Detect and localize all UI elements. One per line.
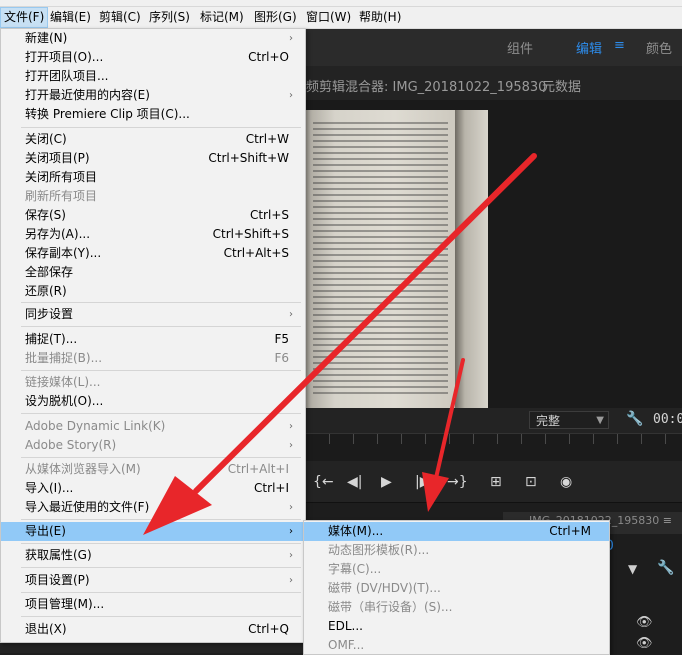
menu-separator [21,567,301,568]
file-menu-close-project[interactable]: 关闭项目(P) Ctrl+Shift+W [1,149,305,168]
file-menu-project-settings[interactable]: 项目设置(P) › [1,571,305,590]
menu-separator [21,302,301,303]
menu-sequence[interactable]: 序列(S) [146,7,193,28]
workspace-menu-icon[interactable]: ≡ [614,38,625,53]
file-menu-revert[interactable]: 还原(R) [1,282,305,301]
menu-clip[interactable]: 剪辑(C) [96,7,144,28]
menu-separator [21,592,301,593]
audio-clip-mixer-tab[interactable]: 频剪辑混合器: IMG_20181022_195830 [306,76,546,95]
file-menu-exit[interactable]: 退出(X) Ctrl+Q [1,620,305,639]
panel-menu-icon[interactable]: ≡ [663,512,672,530]
file-menu-save-copy[interactable]: 保存副本(Y)... Ctrl+Alt+S [1,244,305,263]
file-menu-save-all[interactable]: 全部保存 [1,263,305,282]
workspace-color-tab[interactable]: 颜色 [646,38,672,57]
book-right-page [455,110,488,408]
file-menu-sync-settings[interactable]: 同步设置 › [1,305,305,324]
eye-icon[interactable]: 👁 [636,615,653,630]
book-text [313,118,448,398]
export-edl[interactable]: EDL... [304,617,609,636]
window-title-bar [0,0,682,7]
book-left-page [305,110,455,408]
file-menu-open-recent[interactable]: 打开最近使用的内容(E) › [1,86,305,105]
video-frame-book [305,110,488,408]
go-to-in-icon[interactable]: {← [313,474,334,490]
export-tape-dv-hdv[interactable]: 磁带 (DV/HDV)(T)... [304,579,609,598]
metadata-tab[interactable]: 元数据 [542,76,581,95]
file-menu-import-recent[interactable]: 导入最近使用的文件(F) › [1,498,305,517]
step-forward-icon[interactable]: |▶ [415,474,430,490]
ruler-ticks [305,434,682,444]
export-submenu: 媒体(M)... Ctrl+M 动态图形模板(R)... 字幕(C)... 磁带 … [303,520,610,655]
camera-icon[interactable]: ◉ [560,474,572,490]
export-tape-serial[interactable]: 磁带（串行设备）(S)... [304,598,609,617]
menu-graphics[interactable]: 图形(G) [251,7,300,28]
timecode-display: 00:0 [653,412,682,427]
file-menu-adobe-story[interactable]: Adobe Story(R) › [1,436,305,455]
play-icon[interactable]: ▶ [381,474,392,490]
workspace-editing-tab[interactable]: 编辑 [576,38,602,57]
file-menu-refresh-all[interactable]: 刷新所有项目 [1,187,305,206]
file-menu-close[interactable]: 关闭(C) Ctrl+W [1,130,305,149]
menu-separator [21,326,301,327]
file-menu-export[interactable]: 导出(E) › [1,522,305,541]
file-menu-project-manager[interactable]: 项目管理(M)... [1,595,305,614]
marker-icon[interactable]: ▼ [628,562,637,576]
workspace-assembly-tab[interactable]: 组件 [507,38,533,57]
file-menu-save-as[interactable]: 另存为(A)... Ctrl+Shift+S [1,225,305,244]
file-menu-open-team-project[interactable]: 打开团队项目... [1,67,305,86]
fit-select-value: 完整 [536,414,561,428]
menu-separator [21,457,301,458]
menu-help[interactable]: 帮助(H) [356,7,404,28]
fit-select[interactable]: 完整 ▼ [529,411,609,429]
menu-file[interactable]: 文件(F) [0,7,49,28]
file-menu-batch-capture[interactable]: 批量捕捉(B)... F6 [1,349,305,368]
menu-bar: 文件(F) 编辑(E) 剪辑(C) 序列(S) 标记(M) 图形(G) 窗口(W… [0,7,682,29]
chevron-down-icon: ▼ [596,415,604,426]
wrench-icon-2[interactable]: 🔧 [657,560,674,576]
menu-separator [21,413,301,414]
menu-marker[interactable]: 标记(M) [197,7,247,28]
export-media[interactable]: 媒体(M)... Ctrl+M [304,522,609,541]
file-menu-get-properties[interactable]: 获取属性(G) › [1,546,305,565]
file-menu-save[interactable]: 保存(S) Ctrl+S [1,206,305,225]
menu-separator [21,616,301,617]
file-menu-import-from-browser[interactable]: 从媒体浏览器导入(M) Ctrl+Alt+I [1,460,305,479]
overwrite-icon[interactable]: ⊡ [525,474,537,490]
menu-edit[interactable]: 编辑(E) [47,7,94,28]
menu-separator [21,543,301,544]
file-menu-make-offline[interactable]: 设为脱机(O)... [1,392,305,411]
export-omf[interactable]: OMF... [304,636,609,655]
file-menu-capture[interactable]: 捕捉(T)... F5 [1,330,305,349]
menu-separator [21,370,301,371]
file-menu-open-project[interactable]: 打开项目(O)... Ctrl+O [1,48,305,67]
menu-window[interactable]: 窗口(W) [303,7,354,28]
workspace-bar [305,29,682,66]
file-menu-close-all[interactable]: 关闭所有项目 [1,168,305,187]
step-back-icon[interactable]: ◀| [347,474,362,490]
file-menu-convert-clip[interactable]: 转换 Premiere Clip 项目(C)... [1,105,305,124]
wrench-icon[interactable]: 🔧 [626,411,643,427]
file-menu-import[interactable]: 导入(I)... Ctrl+I [1,479,305,498]
eye-icon-2[interactable]: 👁 [636,636,653,651]
insert-icon[interactable]: ⊞ [490,474,502,490]
export-motion-graphics-template[interactable]: 动态图形模板(R)... [304,541,609,560]
file-menu-dynamic-link[interactable]: Adobe Dynamic Link(K) › [1,417,305,436]
menu-separator [21,519,301,520]
monitor-time-ruler[interactable] [305,433,682,461]
file-menu: 新建(N) › 打开项目(O)... Ctrl+O 打开团队项目... 打开最近使用… [0,28,306,643]
file-menu-link-media[interactable]: 链接媒体(L)... [1,373,305,392]
go-to-out-icon[interactable]: →} [447,474,468,490]
file-menu-new[interactable]: 新建(N) › [1,29,305,48]
menu-separator [21,127,301,128]
export-captions[interactable]: 字幕(C)... [304,560,609,579]
